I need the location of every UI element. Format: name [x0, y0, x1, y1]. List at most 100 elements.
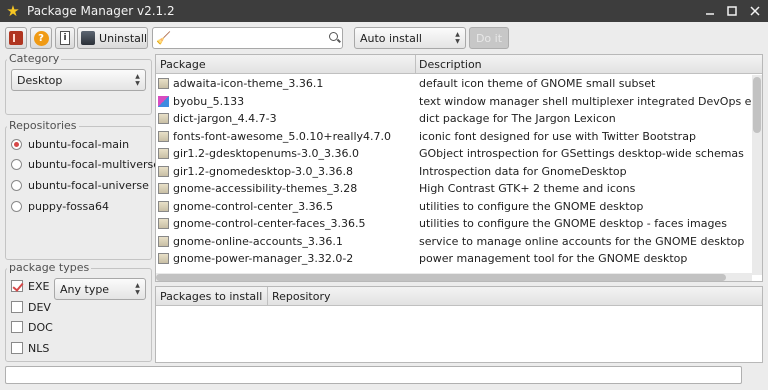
checkbox-icon[interactable] — [11, 301, 23, 313]
install-mode-value: Auto install — [360, 31, 422, 45]
table-row[interactable]: gnome-control-center-faces_3.36.5 utiliti… — [156, 215, 752, 233]
package-description: utilities to configure the GNOME desktop — [419, 199, 644, 213]
package-name: fonts-font-awesome_5.0.10+really4.7.0 — [173, 129, 391, 143]
package-description: text window manager shell multiplexer in… — [419, 94, 762, 108]
table-row[interactable]: gnome-control-center_3.36.5 utilities to … — [156, 198, 752, 216]
uninstall-label: Uninstall — [99, 31, 147, 45]
table-row[interactable]: gnome-power-manager_3.32.0-2 power manage… — [156, 250, 752, 268]
column-description[interactable]: Description — [419, 58, 482, 71]
close-icon[interactable] — [744, 0, 766, 22]
horizontal-scrollbar[interactable] — [156, 273, 752, 281]
type-check-exe[interactable]: EXE — [11, 277, 49, 295]
exit-button[interactable] — [5, 27, 27, 49]
column-divider[interactable] — [415, 55, 416, 74]
package-icon — [158, 78, 169, 89]
clear-search-icon[interactable]: 🧹 — [156, 31, 171, 45]
search-field[interactable]: 🧹 — [152, 27, 343, 49]
package-list[interactable]: Package Description adwaita-icon-theme_3… — [155, 54, 763, 282]
vertical-scrollbar[interactable] — [752, 75, 762, 275]
category-select[interactable]: Desktop ▲ ▼ — [11, 69, 146, 91]
type-label: DOC — [28, 320, 53, 334]
package-description: GObject introspection for GSettings desk… — [419, 147, 744, 161]
type-check-dev[interactable]: DEV — [11, 298, 51, 316]
category-heading: Category — [7, 52, 62, 65]
column-repository[interactable]: Repository — [272, 290, 331, 303]
info-icon: i — [60, 31, 70, 45]
spin-arrows-icon: ▲ ▼ — [135, 73, 140, 87]
do-it-button[interactable]: Do it — [469, 27, 509, 49]
repo-radio-puppy[interactable]: puppy-fossa64 — [11, 197, 109, 215]
package-name: gnome-accessibility-themes_3.28 — [173, 182, 358, 196]
checkbox-icon[interactable] — [11, 280, 23, 292]
package-types-heading: package types — [7, 261, 92, 274]
table-row[interactable]: gnome-accessibility-themes_3.28 High Cont… — [156, 180, 752, 198]
package-name: dict-jargon_4.4.7-3 — [173, 112, 277, 126]
package-name: gnome-online-accounts_3.36.1 — [173, 234, 343, 248]
search-icon[interactable] — [329, 32, 338, 41]
help-icon: ? — [33, 30, 49, 46]
package-description: iconic font designed for use with Twitte… — [419, 129, 696, 143]
package-type-select[interactable]: Any type ▲ ▼ — [54, 278, 146, 300]
help-button[interactable]: ? — [30, 27, 52, 49]
column-packages-to-install[interactable]: Packages to install — [160, 290, 262, 303]
package-name: gnome-power-manager_3.32.0-2 — [173, 252, 354, 266]
type-label: NLS — [28, 341, 50, 355]
search-input[interactable] — [171, 30, 321, 46]
type-label: EXE — [28, 279, 50, 293]
table-row[interactable]: fonts-font-awesome_5.0.10+really4.7.0 ico… — [156, 128, 752, 146]
type-check-nls[interactable]: NLS — [11, 339, 49, 357]
package-icon — [158, 200, 169, 212]
repo-label: puppy-fossa64 — [28, 199, 110, 213]
package-name: gnome-control-center-faces_3.36.5 — [173, 217, 366, 231]
package-description: service to manage online accounts for th… — [419, 234, 745, 248]
radio-icon[interactable] — [11, 138, 22, 150]
scrollbar-thumb[interactable] — [753, 77, 761, 133]
package-list-header: Package Description — [156, 55, 762, 74]
repo-label: ubuntu-focal-universe — [28, 178, 149, 192]
package-icon — [158, 165, 169, 177]
column-package[interactable]: Package — [160, 58, 206, 71]
do-it-label: Do it — [475, 31, 503, 45]
checkbox-icon[interactable] — [11, 342, 23, 354]
uninstall-button[interactable]: Uninstall — [77, 27, 148, 49]
scrollbar-thumb[interactable] — [156, 274, 726, 281]
type-label: DEV — [28, 300, 51, 314]
install-list[interactable]: Packages to install Repository — [155, 286, 763, 363]
checkbox-icon[interactable] — [11, 321, 23, 333]
table-row[interactable]: dict-jargon_4.4.7-3 dict package for The … — [156, 110, 752, 128]
package-description: default icon theme of GNOME small subset — [419, 77, 656, 91]
maximize-icon[interactable] — [721, 0, 743, 22]
package-name: byobu_5.133 — [173, 94, 245, 108]
radio-icon[interactable] — [11, 200, 22, 212]
star-icon: ★ — [6, 2, 20, 20]
package-name: gir1.2-gnomedesktop-3.0_3.36.8 — [173, 164, 354, 178]
package-icon — [158, 113, 169, 124]
table-row[interactable]: gir1.2-gnomedesktop-3.0_3.36.8 Introspect… — [156, 163, 752, 181]
radio-icon[interactable] — [11, 158, 22, 170]
title-bar: ★ Package Manager v2.1.2 — [0, 0, 768, 22]
table-row[interactable]: byobu_5.133 text window manager shell mul… — [156, 93, 762, 111]
spin-arrows-icon: ▲ ▼ — [135, 282, 140, 296]
package-description: power management tool for the GNOME desk… — [419, 252, 688, 266]
install-mode-select[interactable]: Auto install ▲ ▼ — [354, 27, 466, 49]
table-row[interactable]: gir1.2-gdesktopenums-3.0_3.36.0 GObject i… — [156, 145, 752, 163]
repo-label: ubuntu-focal-multiverse — [28, 157, 160, 171]
info-button[interactable]: i — [55, 27, 75, 49]
spin-arrows-icon: ▲ ▼ — [455, 31, 460, 45]
window-title: Package Manager v2.1.2 — [27, 4, 175, 18]
repo-radio-main[interactable]: ubuntu-focal-main — [11, 135, 129, 153]
package-icon — [158, 148, 169, 159]
radio-icon[interactable] — [11, 179, 22, 191]
package-manager-icon — [81, 31, 96, 45]
type-check-doc[interactable]: DOC — [11, 318, 53, 336]
category-value: Desktop — [17, 73, 63, 87]
table-row[interactable]: gnome-online-accounts_3.36.1 service to m… — [156, 233, 752, 251]
minimize-icon[interactable] — [699, 0, 721, 22]
column-divider[interactable] — [267, 287, 268, 306]
repo-radio-universe[interactable]: ubuntu-focal-universe — [11, 176, 149, 194]
package-icon — [158, 253, 169, 264]
repo-radio-multiverse[interactable]: ubuntu-focal-multiverse — [11, 155, 160, 173]
package-icon — [158, 235, 169, 247]
table-row[interactable]: adwaita-icon-theme_3.36.1 default icon th… — [156, 75, 752, 93]
package-description: dict package for The Jargon Lexicon — [419, 112, 616, 126]
